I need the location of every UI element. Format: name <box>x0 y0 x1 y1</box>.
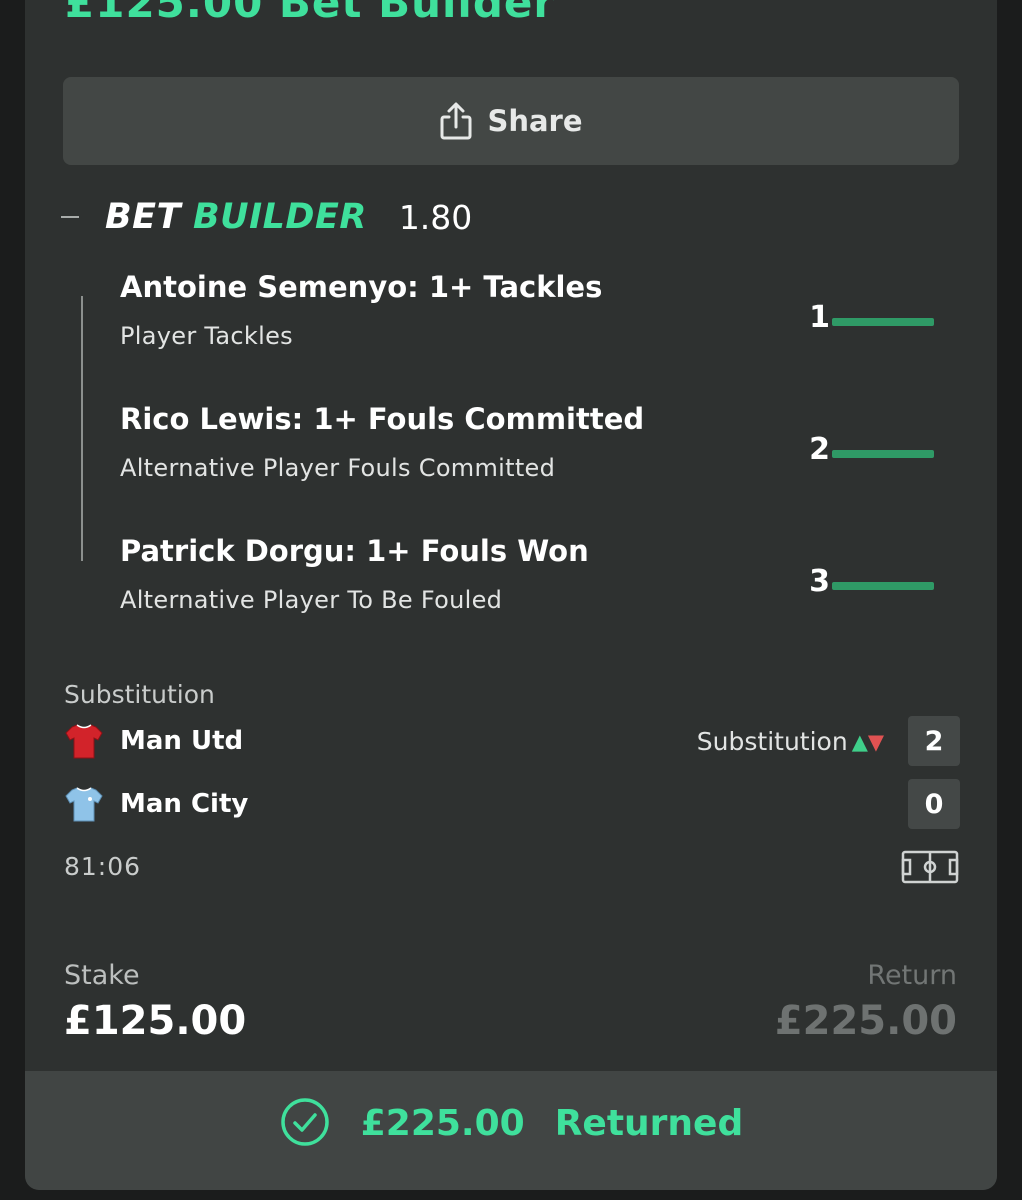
leg-market: Player Tackles <box>120 322 293 350</box>
bet-leg: Patrick Dorgu: 1+ Fouls Won Alternative … <box>120 534 960 634</box>
team-row-home[interactable]: Man Utd Substitution ▲ ▼ 2 <box>64 716 960 766</box>
bet-builder-header[interactable]: BET BUILDER 1.80 <box>61 192 472 242</box>
match-event-text: Substitution <box>696 727 848 756</box>
bet-leg: Antoine Semenyo: 1+ Tackles Player Tackl… <box>120 270 960 370</box>
bet-card: £125.00 Bet Builder Share BET BUILDER 1.… <box>25 0 997 1190</box>
leg-title: Antoine Semenyo: 1+ Tackles <box>120 270 603 304</box>
returned-banner: £225.00 Returned <box>25 1071 997 1190</box>
pitch-icon[interactable] <box>901 850 959 888</box>
leg-market: Alternative Player To Be Fouled <box>120 586 503 614</box>
leg-market: Alternative Player Fouls Committed <box>120 454 556 482</box>
leg-title: Patrick Dorgu: 1+ Fouls Won <box>120 534 589 568</box>
home-score: 2 <box>908 716 960 766</box>
leg-progress-count: 1 <box>809 300 830 335</box>
team-row-away[interactable]: Man City 0 <box>64 779 960 829</box>
leg-progress-count: 2 <box>809 432 830 467</box>
arrow-up-icon: ▲ <box>851 729 868 754</box>
bet-title: £125.00 Bet Builder <box>65 0 556 27</box>
share-icon <box>439 101 473 141</box>
leg-title: Rico Lewis: 1+ Fouls Committed <box>120 402 645 436</box>
arrow-down-icon: ▼ <box>867 729 884 754</box>
check-circle-icon <box>279 1096 331 1152</box>
legs-connector-line <box>81 296 83 561</box>
bet-builder-word-builder: BUILDER <box>192 197 367 237</box>
bet-builder-word-bet: BET <box>105 197 181 237</box>
bet-builder-odds: 1.80 <box>398 197 473 237</box>
away-score: 0 <box>908 779 960 829</box>
away-kit-icon <box>64 784 104 824</box>
match-status-label: Substitution <box>64 680 215 709</box>
stake-label: Stake <box>64 960 140 991</box>
bet-leg: Rico Lewis: 1+ Fouls Committed Alternati… <box>120 402 960 502</box>
return-label: Return <box>867 960 957 991</box>
share-button[interactable]: Share <box>63 77 959 165</box>
returned-amount: £225.00 <box>360 1103 525 1144</box>
away-team-name: Man City <box>120 789 249 819</box>
home-team-name: Man Utd <box>120 726 244 756</box>
stake-value: £125.00 <box>64 998 247 1044</box>
returned-text: Returned <box>554 1103 744 1144</box>
home-kit-icon <box>64 721 104 761</box>
leg-progress-bar <box>832 318 934 326</box>
match-event: Substitution ▲ ▼ <box>697 727 884 756</box>
leg-progress-count: 3 <box>809 564 830 599</box>
return-value: £225.00 <box>774 998 957 1044</box>
leg-progress-bar <box>832 450 934 458</box>
collapse-icon[interactable] <box>61 216 79 218</box>
match-clock: 81:06 <box>64 852 142 881</box>
share-label: Share <box>487 104 583 138</box>
leg-progress-bar <box>832 582 934 590</box>
